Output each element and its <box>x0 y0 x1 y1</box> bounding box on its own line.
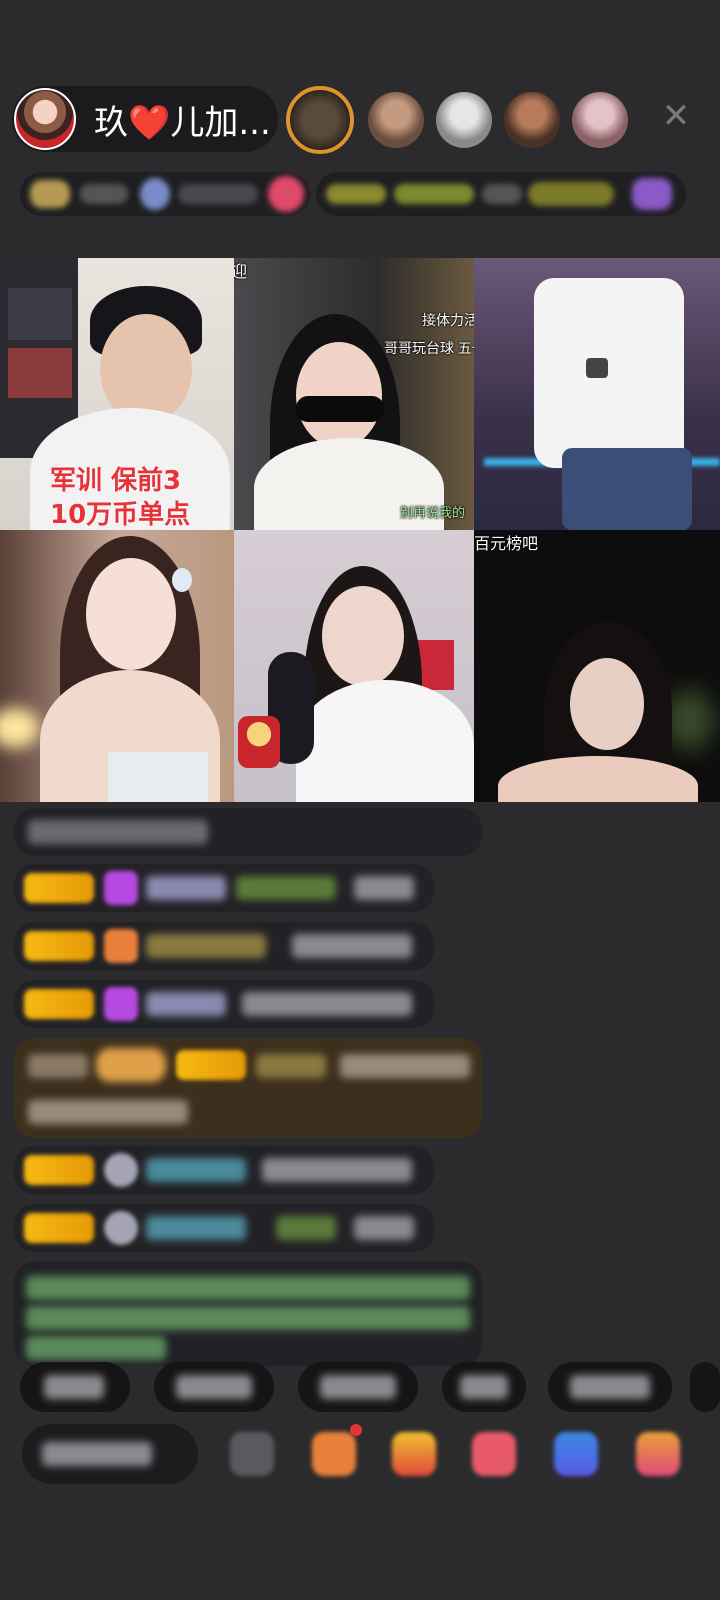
chat-message-3[interactable] <box>14 922 434 970</box>
game-icon[interactable] <box>472 1432 516 1476</box>
top-viewer-avatar-4[interactable] <box>504 92 560 148</box>
multi-guest-video-grid: 军训 保前3 10万币单点 88832 欢迎 接体力活 哥哥玩台球 五一 别再说… <box>0 258 720 802</box>
guest-video-2[interactable]: 88832 欢迎 接体力活 哥哥玩台球 五一 别再说我的 <box>234 258 474 530</box>
guest-video-1-overlay-line2: 10万币单点 <box>50 500 191 530</box>
top-viewer-avatar-2[interactable] <box>368 92 424 148</box>
guest-video-2-side-text-2: 哥哥玩台球 五一 <box>384 340 474 356</box>
quick-reply-button-5[interactable] <box>548 1362 672 1412</box>
top-viewer-avatar-5[interactable] <box>572 92 628 148</box>
host-info-pill[interactable]: 玖❤️儿加... <box>12 86 278 152</box>
close-icon[interactable]: ✕ <box>658 96 694 136</box>
red-envelope-icon[interactable] <box>392 1432 436 1476</box>
quick-reply-button-6[interactable] <box>690 1362 720 1412</box>
notification-dot <box>350 1424 362 1436</box>
system-notice-message[interactable] <box>14 1262 482 1366</box>
guest-video-6-corner-text: 百元榜吧 <box>474 536 539 553</box>
host-badge-row[interactable] <box>20 172 310 216</box>
shop-icon[interactable] <box>636 1432 680 1476</box>
quick-reply-button-4[interactable] <box>442 1362 526 1412</box>
gift-box-icon[interactable] <box>312 1432 356 1476</box>
guest-video-2-bottom-text: 别再说我的 <box>400 505 466 520</box>
chat-message-2[interactable] <box>14 864 434 912</box>
more-tools-icon[interactable] <box>230 1432 274 1476</box>
guest-video-4[interactable] <box>0 530 234 802</box>
chat-message-6[interactable] <box>14 1204 434 1252</box>
share-icon[interactable] <box>554 1432 598 1476</box>
god-of-wealth-sticker <box>238 716 280 768</box>
guest-video-1[interactable]: 军训 保前3 10万币单点 <box>0 258 234 530</box>
chat-message-highlight[interactable] <box>14 1038 482 1138</box>
chat-message-5[interactable] <box>14 1146 434 1194</box>
guest-video-2-corner-text: 88832 欢迎 <box>234 264 247 281</box>
quick-reply-button-2[interactable] <box>154 1362 274 1412</box>
guest-video-1-overlay-line1: 军训 保前3 <box>50 466 182 496</box>
host-name: 玖❤️儿加... <box>94 102 271 143</box>
comment-input-box[interactable] <box>22 1424 198 1484</box>
top-viewer-avatar-1[interactable] <box>286 86 354 154</box>
guest-video-3[interactable] <box>474 258 720 530</box>
guest-video-6[interactable]: 百元榜吧 <box>474 530 720 802</box>
quick-reply-button-1[interactable] <box>20 1362 130 1412</box>
guest-video-2-side-text-1: 接体力活 <box>422 312 474 328</box>
rank-badge-row[interactable] <box>316 172 686 216</box>
top-viewer-avatar-3[interactable] <box>436 92 492 148</box>
quick-reply-button-3[interactable] <box>298 1362 418 1412</box>
chat-message-1[interactable] <box>14 808 482 856</box>
chat-message-4[interactable] <box>14 980 434 1028</box>
guest-video-5[interactable] <box>234 530 474 802</box>
host-avatar[interactable] <box>14 88 76 150</box>
